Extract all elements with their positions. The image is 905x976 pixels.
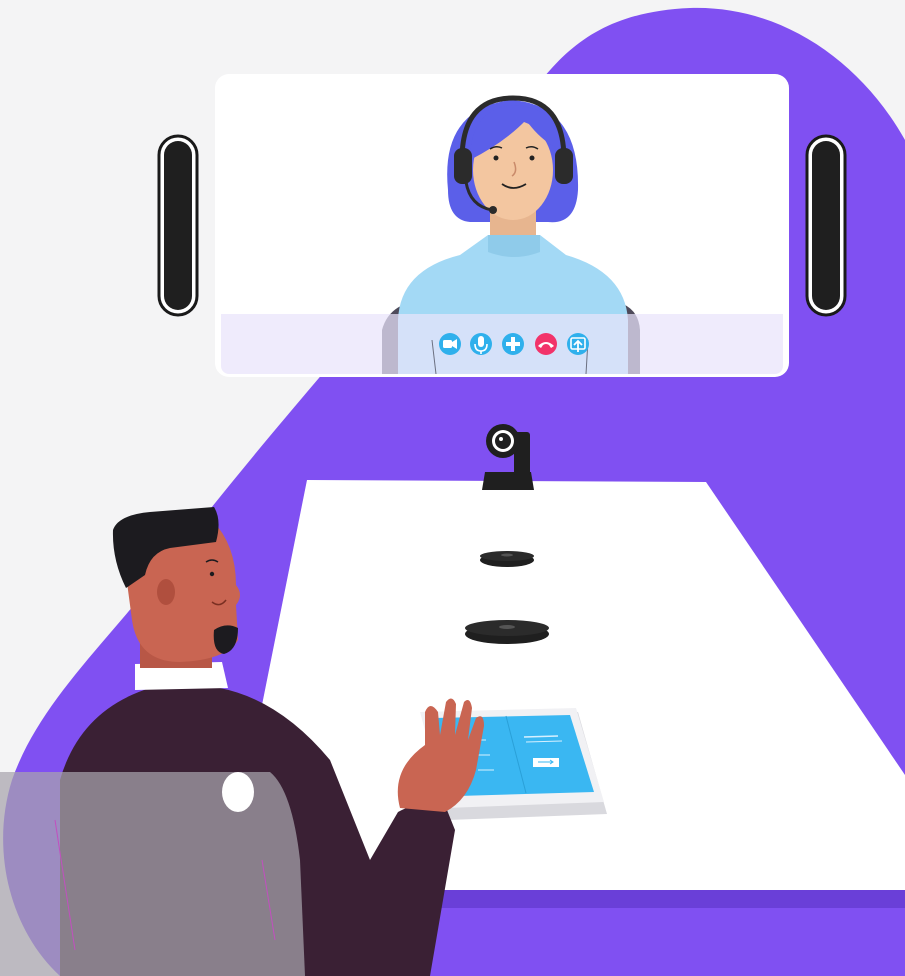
microphone-puck-large: [465, 620, 549, 644]
microphone-puck-small: [480, 551, 534, 567]
video-call-screen: [215, 74, 789, 377]
mute-button[interactable]: [470, 333, 492, 355]
headset-left-ear: [454, 148, 472, 184]
soundbar-right: [805, 134, 847, 317]
hang-up-button[interactable]: [535, 333, 557, 355]
headset-right-ear: [555, 148, 573, 184]
office-chair: [0, 772, 305, 976]
chair-knob: [222, 772, 254, 812]
camera-toggle-button[interactable]: [439, 333, 461, 355]
local-ear: [157, 579, 175, 605]
remote-collar: [488, 235, 540, 257]
add-participant-button[interactable]: [502, 333, 524, 355]
video-camera-icon: [443, 339, 457, 349]
soundbar-left: [157, 134, 199, 317]
video-conference-illustration: [0, 0, 905, 976]
share-screen-button[interactable]: [567, 333, 589, 355]
